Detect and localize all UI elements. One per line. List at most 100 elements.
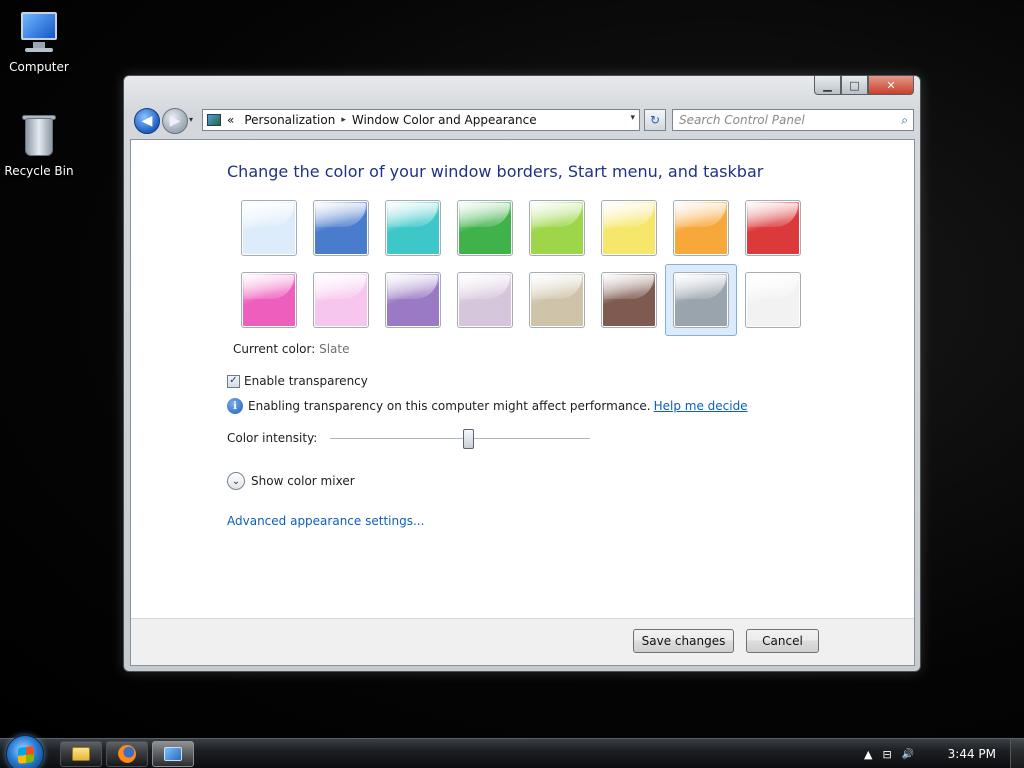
taskbar-firefox[interactable] (106, 741, 148, 767)
swatch-gloss (604, 275, 654, 299)
taskbar-control-panel[interactable] (152, 741, 194, 767)
swatch-gloss (244, 203, 294, 227)
color-swatch-blush[interactable] (313, 272, 369, 328)
search-box[interactable]: ⌕ (672, 109, 914, 131)
swatch-gloss (316, 275, 366, 299)
maximize-button[interactable]: □ (841, 76, 868, 95)
breadcrumb-overflow[interactable]: « (227, 113, 234, 127)
refresh-icon: ↻ (649, 113, 661, 127)
show-color-mixer-label[interactable]: Show color mixer (251, 474, 355, 488)
current-color: Current color: Slate (233, 342, 350, 356)
refresh-button[interactable]: ↻ (644, 109, 666, 131)
folder-icon (72, 747, 90, 761)
color-swatch-sun[interactable] (601, 200, 657, 256)
color-swatch-chocolate[interactable] (601, 272, 657, 328)
color-swatch-twilight[interactable] (313, 200, 369, 256)
swatch-gloss (388, 203, 438, 227)
info-glyph: i (233, 400, 237, 412)
swatch-gloss (676, 203, 726, 227)
control-panel-icon (164, 747, 182, 761)
back-button[interactable]: ◀ (134, 108, 160, 134)
recycle-bin-icon (15, 112, 63, 160)
computer-icon (15, 8, 63, 56)
color-swatch-taupe[interactable] (529, 272, 585, 328)
expand-glyph: ⌄ (231, 475, 241, 487)
desktop-icon-label: Recycle Bin (4, 164, 74, 178)
color-swatch-leaf[interactable] (457, 200, 513, 256)
page-title: Change the color of your window borders,… (227, 162, 764, 181)
control-panel-window: ▁ □ ✕ ◀ ▶ ▾ « Personalization ▸ Window C… (123, 75, 921, 672)
info-icon: i (227, 398, 243, 414)
chevron-down-icon: ▾ (189, 115, 194, 124)
transparency-option[interactable]: ✓ Enable transparency (227, 374, 368, 388)
expand-chevron-icon[interactable]: ⌄ (227, 472, 245, 490)
color-swatch-sky[interactable] (241, 200, 297, 256)
address-dropdown-icon[interactable]: ▾ (630, 113, 635, 123)
swatch-gloss (748, 275, 798, 299)
current-color-label: Current color: (233, 342, 316, 356)
close-icon: ✕ (886, 78, 896, 92)
start-button[interactable] (6, 735, 44, 768)
minimize-button[interactable]: ▁ (814, 76, 841, 95)
swatch-gloss (748, 203, 798, 227)
search-input[interactable] (679, 113, 879, 127)
desktop-icon-computer[interactable]: Computer (0, 8, 78, 74)
color-swatch-slate[interactable] (673, 272, 729, 328)
swatch-gloss (244, 275, 294, 299)
firefox-icon (118, 745, 136, 763)
taskbar: ▲ ⊟ 🔊 3:44 PM (0, 735, 1024, 768)
advanced-appearance-link[interactable]: Advanced appearance settings... (227, 514, 424, 528)
breadcrumb-personalization[interactable]: Personalization (244, 113, 335, 127)
breadcrumb-separator-icon[interactable]: ▸ (341, 115, 346, 125)
color-intensity-label: Color intensity: (227, 431, 318, 445)
minimize-icon: ▁ (823, 78, 832, 92)
control-panel-icon (207, 114, 221, 126)
color-swatch-violet[interactable] (385, 272, 441, 328)
enable-transparency-label[interactable]: Enable transparency (244, 374, 368, 388)
show-hidden-icons-button[interactable]: ▲ (864, 748, 872, 761)
swatch-gloss (532, 275, 582, 299)
breadcrumb-window-color[interactable]: Window Color and Appearance (352, 113, 537, 127)
color-swatch-fuchsia[interactable] (241, 272, 297, 328)
desktop-icon-label: Computer (9, 60, 69, 74)
enable-transparency-checkbox[interactable]: ✓ (227, 374, 240, 388)
address-bar[interactable]: « Personalization ▸ Window Color and App… (202, 109, 640, 131)
search-icon[interactable]: ⌕ (901, 113, 908, 128)
dialog-footer: Save changes Cancel (131, 618, 914, 665)
color-intensity-track[interactable] (330, 438, 590, 440)
checkmark-icon: ✓ (229, 375, 238, 386)
help-me-decide-link[interactable]: Help me decide (654, 399, 748, 413)
content-pane: Change the color of your window borders,… (130, 139, 915, 666)
close-button[interactable]: ✕ (868, 76, 914, 95)
arrow-left-icon: ◀ (141, 113, 153, 129)
show-desktop-button[interactable] (1010, 739, 1024, 768)
windows-logo-icon (18, 746, 34, 764)
system-tray: ▲ ⊟ 🔊 (864, 739, 1024, 768)
network-icon[interactable]: ⊟ (882, 748, 891, 761)
color-swatch-frost[interactable] (745, 272, 801, 328)
color-intensity-slider[interactable] (462, 429, 474, 449)
swatch-gloss (388, 275, 438, 299)
swatch-gloss (676, 275, 726, 299)
desktop-icon-recycle-bin[interactable]: Recycle Bin (0, 112, 78, 178)
clock[interactable]: 3:44 PM (948, 747, 996, 761)
swatch-gloss (316, 203, 366, 227)
color-swatch-lime[interactable] (529, 200, 585, 256)
cancel-button[interactable]: Cancel (746, 629, 819, 653)
navigation-bar: ◀ ▶ ▾ « Personalization ▸ Window Color a… (132, 106, 914, 134)
taskbar-explorer[interactable] (60, 741, 102, 767)
save-changes-button[interactable]: Save changes (633, 629, 734, 653)
color-swatch-ruby[interactable] (745, 200, 801, 256)
forward-button[interactable]: ▶ (162, 108, 188, 134)
info-text: Enabling transparency on this computer m… (248, 399, 651, 413)
arrow-right-icon: ▶ (169, 113, 181, 129)
color-swatch-sea[interactable] (385, 200, 441, 256)
recent-pages-button[interactable]: ▾ (189, 115, 193, 124)
color-swatch-lavender[interactable] (457, 272, 513, 328)
volume-icon[interactable]: 🔊 (902, 749, 914, 760)
swatch-gloss (460, 275, 510, 299)
color-swatch-pumpkin[interactable] (673, 200, 729, 256)
color-mixer-toggle[interactable]: ⌄ Show color mixer (227, 472, 355, 490)
transparency-info: i Enabling transparency on this computer… (227, 398, 748, 414)
caption-buttons: ▁ □ ✕ (814, 76, 914, 96)
